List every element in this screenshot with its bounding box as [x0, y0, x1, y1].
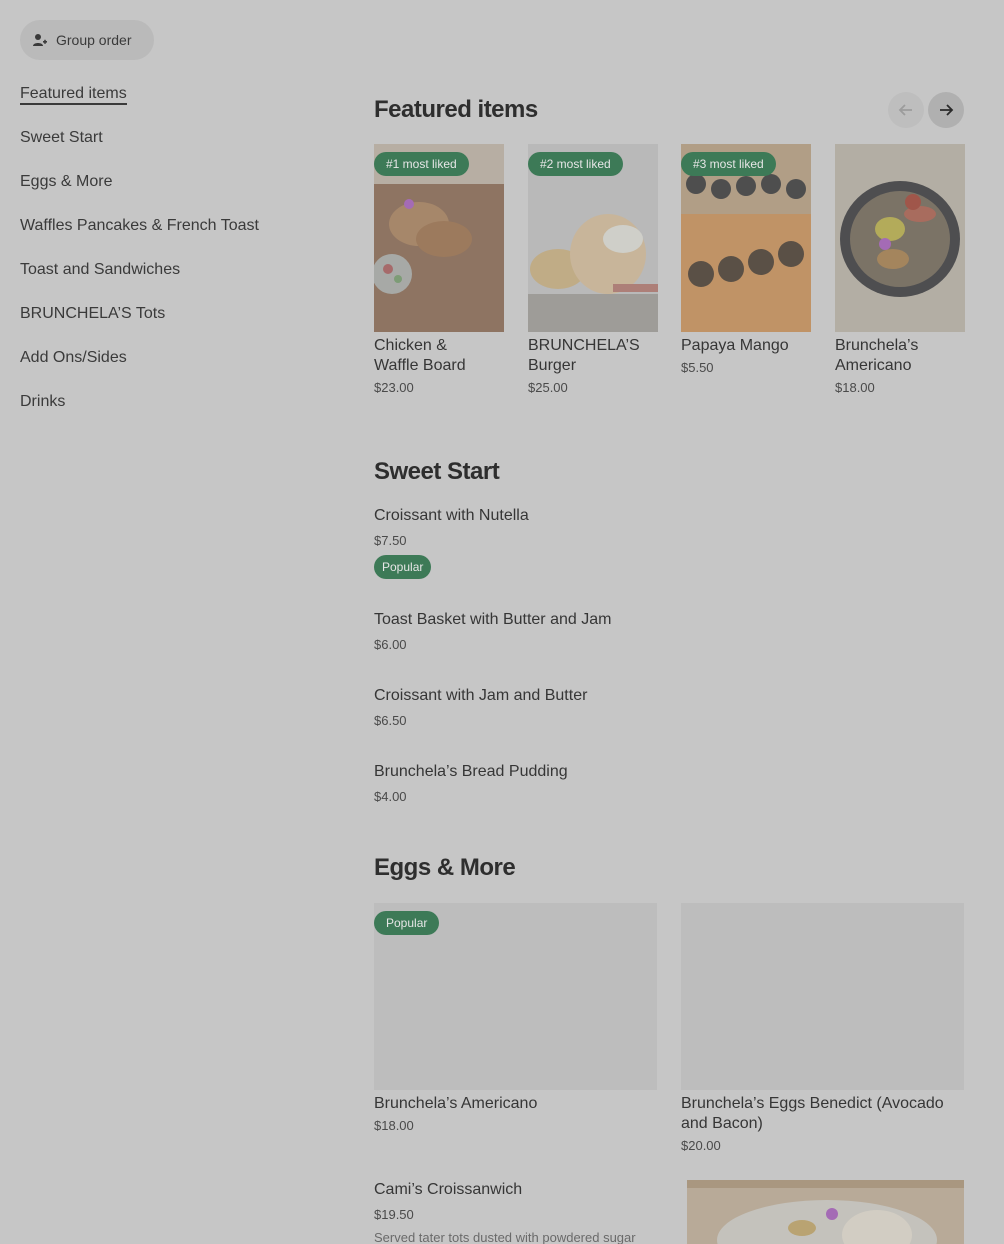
group-order-label: Group order	[56, 32, 132, 48]
food-image: #2 most liked	[528, 144, 658, 332]
item-name: Croissant with Jam and Butter	[374, 687, 588, 704]
popular-badge: Popular	[374, 555, 432, 579]
featured-item-card[interactable]: Brunchela’s Americano $18.00	[835, 144, 965, 395]
item-name: Cami’s Croissanwich	[374, 1181, 523, 1198]
sidebar-item-tots[interactable]: BRUNCHELA’S Tots	[20, 304, 340, 348]
menu-list-item[interactable]: Cami’s Croissanwich $19.50 Served tater …	[374, 1181, 674, 1244]
item-name: Brunchela’s Bread Pudding	[374, 763, 568, 780]
menu-list-item[interactable]: Croissant with Jam and Butter $6.50	[374, 687, 964, 728]
popular-badge: Popular	[374, 911, 440, 935]
food-image-placeholder: Popular	[374, 903, 657, 1090]
food-image: #3 most liked	[681, 144, 811, 332]
item-name: BRUNCHELA’S Burger	[528, 337, 640, 374]
most-liked-badge: #1 most liked	[374, 152, 469, 176]
food-image	[687, 1180, 964, 1244]
featured-title: Featured items	[374, 96, 538, 123]
sidebar-item-sweet-start[interactable]: Sweet Start	[20, 128, 340, 172]
most-liked-badge: #2 most liked	[528, 152, 623, 176]
item-price: $7.50	[374, 533, 407, 548]
item-price: $19.50	[374, 1207, 414, 1222]
item-name: Croissant with Nutella	[374, 507, 529, 524]
arrow-right-icon	[940, 104, 954, 116]
item-name: Papaya Mango	[681, 337, 789, 354]
menu-item-card[interactable]: Brunchela’s Eggs Benedict (Avocado and B…	[681, 903, 964, 1153]
eggs-more-title: Eggs & More	[374, 854, 516, 881]
food-image	[835, 144, 965, 332]
item-name: Brunchela’s Americano	[835, 337, 919, 374]
menu-list-item[interactable]: Croissant with Nutella $7.50 Popular	[374, 507, 964, 579]
food-image: #1 most liked	[374, 144, 504, 332]
sidebar-item-waffles[interactable]: Waffles Pancakes & French Toast	[20, 216, 340, 260]
item-name: Chicken & Waffle Board	[374, 337, 466, 374]
item-name: Brunchela’s Americano	[374, 1095, 538, 1112]
menu-item-card[interactable]: Popular Brunchela’s Americano $18.00	[374, 903, 657, 1133]
item-price: $25.00	[528, 380, 568, 395]
arrow-left-icon	[898, 104, 912, 116]
item-price: $6.00	[374, 637, 407, 652]
carousel-prev-button[interactable]	[888, 92, 924, 128]
sidebar-item-featured[interactable]: Featured items	[20, 84, 340, 128]
item-price: $4.00	[374, 789, 407, 804]
item-name: Toast Basket with Butter and Jam	[374, 611, 612, 628]
most-liked-badge: #3 most liked	[681, 152, 776, 176]
featured-item-card[interactable]: #2 most liked BRUNCHELA’S Burger $25.00	[528, 144, 658, 395]
item-price: $23.00	[374, 380, 414, 395]
featured-item-card[interactable]: #1 most liked Chicken & Waffle Board $23…	[374, 144, 504, 395]
menu-list-item[interactable]: Brunchela’s Bread Pudding $4.00	[374, 763, 964, 804]
food-image-placeholder	[681, 903, 964, 1090]
featured-item-card[interactable]: #3 most liked Papaya Mango $5.50	[681, 144, 811, 375]
category-sidebar: Featured items Sweet Start Eggs & More W…	[20, 84, 340, 436]
item-price: $5.50	[681, 360, 714, 375]
item-description: Served tater tots dusted with powdered s…	[374, 1230, 636, 1244]
person-add-icon	[33, 34, 47, 46]
sidebar-item-eggs-more[interactable]: Eggs & More	[20, 172, 340, 216]
carousel-next-button[interactable]	[928, 92, 964, 128]
menu-list-item[interactable]: Toast Basket with Butter and Jam $6.00	[374, 611, 964, 652]
group-order-button[interactable]: Group order	[20, 20, 154, 60]
sidebar-item-add-ons[interactable]: Add Ons/Sides	[20, 348, 340, 392]
sidebar-item-toast-sandwiches[interactable]: Toast and Sandwiches	[20, 260, 340, 304]
item-price: $18.00	[374, 1118, 414, 1133]
item-name: Brunchela’s Eggs Benedict (Avocado and B…	[681, 1095, 944, 1132]
sidebar-item-drinks[interactable]: Drinks	[20, 392, 340, 436]
item-price: $6.50	[374, 713, 407, 728]
item-price: $20.00	[681, 1138, 721, 1153]
sweet-start-title: Sweet Start	[374, 458, 500, 485]
item-price: $18.00	[835, 380, 875, 395]
